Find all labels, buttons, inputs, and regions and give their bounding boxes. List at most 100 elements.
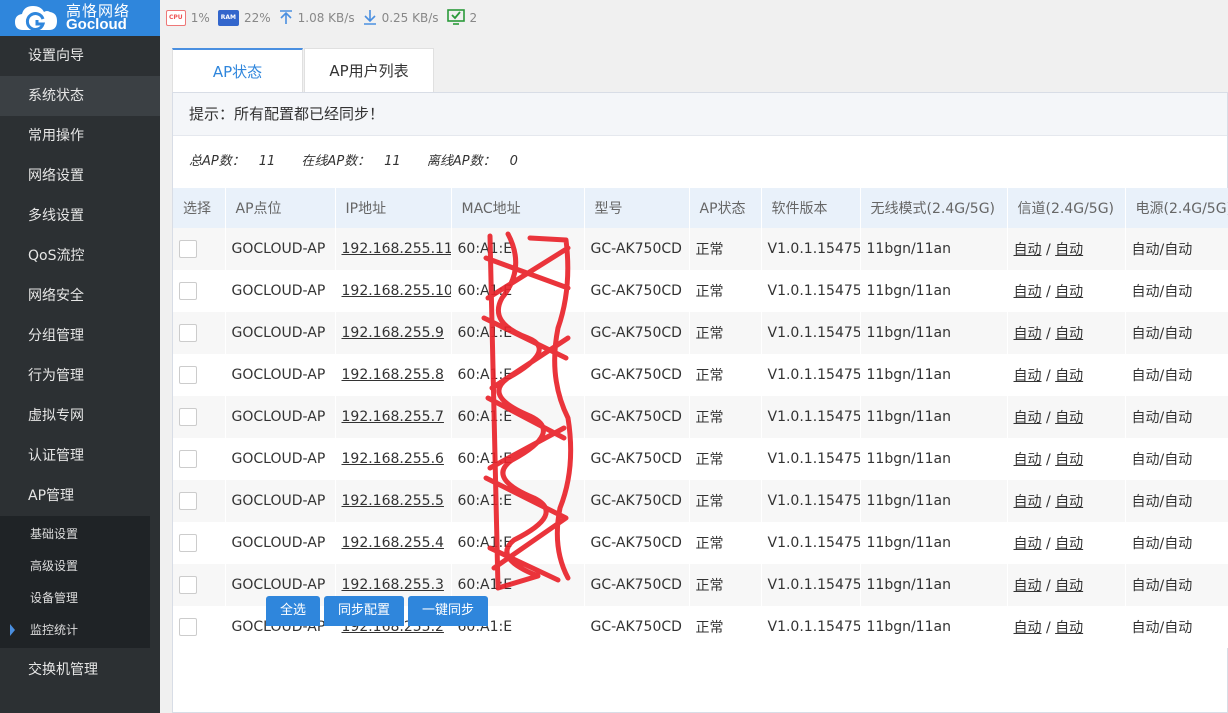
ip-link[interactable]: 192.168.255.10 <box>342 283 451 299</box>
offline-ap-label: 离线AP数： <box>426 154 496 169</box>
table-row: GOCLOUD-AP 192.168.255.9 60:A1:E GC-AK750CD… <box>173 312 1228 354</box>
channel-cell: 自动 / 自动 <box>1007 312 1126 354</box>
mac-address: 60:A1:E <box>451 396 585 438</box>
channel-5g-link[interactable]: 自动 <box>1055 242 1083 258</box>
channel-cell: 自动 / 自动 <box>1007 564 1126 606</box>
ap-status: 正常 <box>689 312 762 354</box>
total-ap-label: 总AP数： <box>189 154 245 169</box>
submenu-advanced-settings[interactable]: 高级设置 <box>0 550 150 582</box>
sidebar-item-multiline[interactable]: 多线设置 <box>0 196 160 236</box>
column-header: IP地址 <box>335 188 452 228</box>
channel-5g-link[interactable]: 自动 <box>1055 326 1083 342</box>
row-checkbox[interactable] <box>179 324 197 342</box>
wireless-mode: 11bgn/11an <box>860 354 1008 396</box>
sidebar-item-vpn[interactable]: 虚拟专网 <box>0 396 160 436</box>
action-buttons: 全选 同步配置 一键同步 <box>266 596 492 626</box>
ap-name: GOCLOUD-AP <box>225 354 336 396</box>
wireless-mode: 11bgn/11an <box>860 270 1008 312</box>
channel-5g-link[interactable]: 自动 <box>1055 536 1083 552</box>
ip-link[interactable]: 192.168.255.11 <box>342 241 451 257</box>
sidebar-item-system-status[interactable]: 系统状态 <box>0 76 160 116</box>
sidebar-item-behavior[interactable]: 行为管理 <box>0 356 160 396</box>
software-version: V1.0.1.15475 <box>761 270 861 312</box>
channel-24g-link[interactable]: 自动 <box>1014 242 1042 258</box>
power: 自动/自动 <box>1125 354 1228 396</box>
channel-cell: 自动 / 自动 <box>1007 396 1126 438</box>
sidebar-item-ap-management[interactable]: AP管理 <box>0 476 160 516</box>
submenu-basic-settings[interactable]: 基础设置 <box>0 518 150 550</box>
ap-submenu: 基础设置 高级设置 设备管理 监控统计 <box>0 516 150 648</box>
ip-link[interactable]: 192.168.255.3 <box>342 577 444 593</box>
select-cell <box>173 438 226 480</box>
model: GC-AK750CD <box>584 480 690 522</box>
ap-status: 正常 <box>689 228 762 270</box>
row-checkbox[interactable] <box>179 618 197 636</box>
channel-24g-link[interactable]: 自动 <box>1014 494 1042 510</box>
logo[interactable]: 高恪网络 Gocloud <box>0 0 160 36</box>
channel-5g-link[interactable]: 自动 <box>1055 620 1083 636</box>
ip-link[interactable]: 192.168.255.4 <box>342 535 444 551</box>
submenu-device-management[interactable]: 设备管理 <box>0 582 150 614</box>
ip-link[interactable]: 192.168.255.9 <box>342 325 444 341</box>
row-checkbox[interactable] <box>179 576 197 594</box>
ap-status: 正常 <box>689 354 762 396</box>
sidebar-item-common-ops[interactable]: 常用操作 <box>0 116 160 156</box>
software-version: V1.0.1.15475 <box>761 396 861 438</box>
select-all-button[interactable]: 全选 <box>266 596 321 626</box>
software-version: V1.0.1.15475 <box>761 354 861 396</box>
sidebar-item-switch-management[interactable]: 交换机管理 <box>0 650 160 690</box>
channel-5g-link[interactable]: 自动 <box>1055 578 1083 594</box>
ip-link[interactable]: 192.168.255.8 <box>342 367 444 383</box>
mac-address: 60:A1:E <box>451 438 585 480</box>
channel-24g-link[interactable]: 自动 <box>1014 620 1042 636</box>
channel-24g-link[interactable]: 自动 <box>1014 368 1042 384</box>
ap-status: 正常 <box>689 522 762 564</box>
channel-24g-link[interactable]: 自动 <box>1014 284 1042 300</box>
channel-24g-link[interactable]: 自动 <box>1014 410 1042 426</box>
channel-5g-link[interactable]: 自动 <box>1055 368 1083 384</box>
download-speed: 0.25 KB/s <box>381 11 439 25</box>
tab-ap-status[interactable]: AP状态 <box>172 48 303 92</box>
channel-24g-link[interactable]: 自动 <box>1014 326 1042 342</box>
sidebar-item-auth[interactable]: 认证管理 <box>0 436 160 476</box>
select-cell <box>173 228 226 270</box>
sidebar-item-network-settings[interactable]: 网络设置 <box>0 156 160 196</box>
channel-24g-link[interactable]: 自动 <box>1014 536 1042 552</box>
ip-link[interactable]: 192.168.255.6 <box>342 451 444 467</box>
channel-cell: 自动 / 自动 <box>1007 438 1126 480</box>
channel-5g-link[interactable]: 自动 <box>1055 494 1083 510</box>
sidebar-item-qos[interactable]: QoS流控 <box>0 236 160 276</box>
table-row: GOCLOUD-AP 192.168.255.8 60:A1:E GC-AK750CD… <box>173 354 1228 396</box>
row-checkbox[interactable] <box>179 534 197 552</box>
one-click-sync-button[interactable]: 一键同步 <box>408 596 489 626</box>
select-cell <box>173 354 226 396</box>
channel-5g-link[interactable]: 自动 <box>1055 284 1083 300</box>
sidebar-item-setup-wizard[interactable]: 设置向导 <box>0 36 160 76</box>
channel-24g-link[interactable]: 自动 <box>1014 578 1042 594</box>
software-version: V1.0.1.15475 <box>761 606 861 648</box>
submenu-monitoring[interactable]: 监控统计 <box>0 614 150 646</box>
sidebar-item-security[interactable]: 网络安全 <box>0 276 160 316</box>
wireless-mode: 11bgn/11an <box>860 606 1008 648</box>
ip-link[interactable]: 192.168.255.7 <box>342 409 444 425</box>
sync-config-button[interactable]: 同步配置 <box>324 596 405 626</box>
ap-name: GOCLOUD-AP <box>225 270 336 312</box>
row-checkbox[interactable] <box>179 408 197 426</box>
row-checkbox[interactable] <box>179 450 197 468</box>
row-checkbox[interactable] <box>179 492 197 510</box>
channel-5g-link[interactable]: 自动 <box>1055 452 1083 468</box>
select-cell <box>173 480 226 522</box>
ip-link[interactable]: 192.168.255.5 <box>342 493 444 509</box>
tab-ap-user-list[interactable]: AP用户列表 <box>304 48 434 92</box>
row-checkbox[interactable] <box>179 366 197 384</box>
row-checkbox[interactable] <box>179 240 197 258</box>
model: GC-AK750CD <box>584 438 690 480</box>
channel-cell: 自动 / 自动 <box>1007 270 1126 312</box>
power: 自动/自动 <box>1125 606 1228 648</box>
sidebar-item-groups[interactable]: 分组管理 <box>0 316 160 356</box>
channel-5g-link[interactable]: 自动 <box>1055 410 1083 426</box>
column-header: 选择 <box>173 188 226 228</box>
ip-cell: 192.168.255.4 <box>335 522 452 564</box>
channel-24g-link[interactable]: 自动 <box>1014 452 1042 468</box>
row-checkbox[interactable] <box>179 282 197 300</box>
